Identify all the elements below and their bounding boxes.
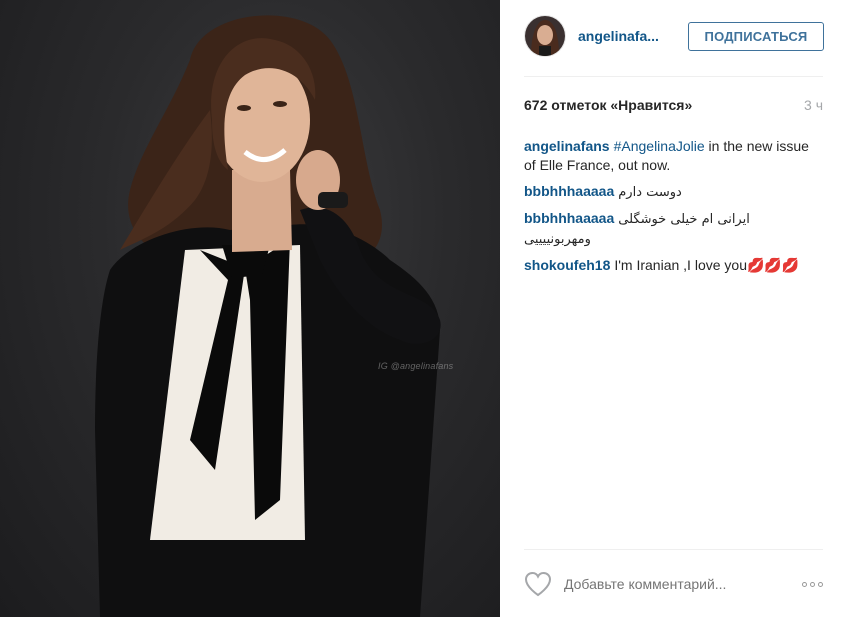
comment-author[interactable]: angelinafans: [524, 138, 610, 154]
avatar-image: [525, 16, 565, 56]
comment-item: shokoufeh18 I'm Iranian ,I love you💋💋💋: [524, 256, 814, 275]
dot-icon: [810, 581, 815, 587]
comment-author[interactable]: shokoufeh18: [524, 257, 610, 273]
more-options-icon[interactable]: [796, 578, 823, 591]
comment-text: دوست دارم: [618, 185, 682, 200]
post-footer: [524, 570, 823, 598]
avatar[interactable]: [524, 15, 566, 57]
heart-outline-icon[interactable]: [524, 571, 552, 597]
comment-author[interactable]: bbbhhhaaaaa: [524, 183, 614, 199]
post-photo[interactable]: IG @angelinafans: [0, 0, 500, 617]
comment-author[interactable]: bbbhhhaaaaa: [524, 210, 614, 226]
post-author-username[interactable]: angelinafa...: [578, 28, 688, 44]
post-timestamp[interactable]: 3 ч: [804, 97, 823, 113]
comments-list: angelinafans #AngelinaJolie in the new is…: [524, 137, 814, 282]
post-details-panel: angelinafa... ПОДПИСАТЬСЯ 672 отметок «Н…: [500, 0, 847, 617]
likes-count[interactable]: 672 отметок «Нравится»: [524, 97, 692, 113]
caption: angelinafans #AngelinaJolie in the new is…: [524, 137, 814, 175]
photo-watermark: IG @angelinafans: [378, 361, 454, 371]
follow-button[interactable]: ПОДПИСАТЬСЯ: [688, 21, 824, 51]
instagram-post: IG @angelinafans angelinafa... ПОДПИСАТЬ…: [0, 0, 847, 617]
comment-text: I'm Iranian ,I love you💋💋💋: [614, 257, 800, 273]
likes-row: 672 отметок «Нравится» 3 ч: [524, 97, 823, 113]
footer-divider: [524, 549, 823, 550]
dot-icon: [818, 581, 823, 587]
header-divider: [524, 76, 823, 77]
add-comment-input[interactable]: [564, 576, 796, 592]
dot-icon: [802, 581, 807, 587]
comment-item: bbbhhhaaaaa دوست دارم: [524, 182, 814, 202]
hashtag-link[interactable]: #AngelinaJolie: [614, 138, 705, 154]
photo-illustration: [95, 15, 441, 617]
post-header: angelinafa... ПОДПИСАТЬСЯ: [524, 14, 824, 58]
comment-item: bbbhhhaaaaa ایرانی ام خیلی خوشگلی ومهربون…: [524, 209, 814, 249]
